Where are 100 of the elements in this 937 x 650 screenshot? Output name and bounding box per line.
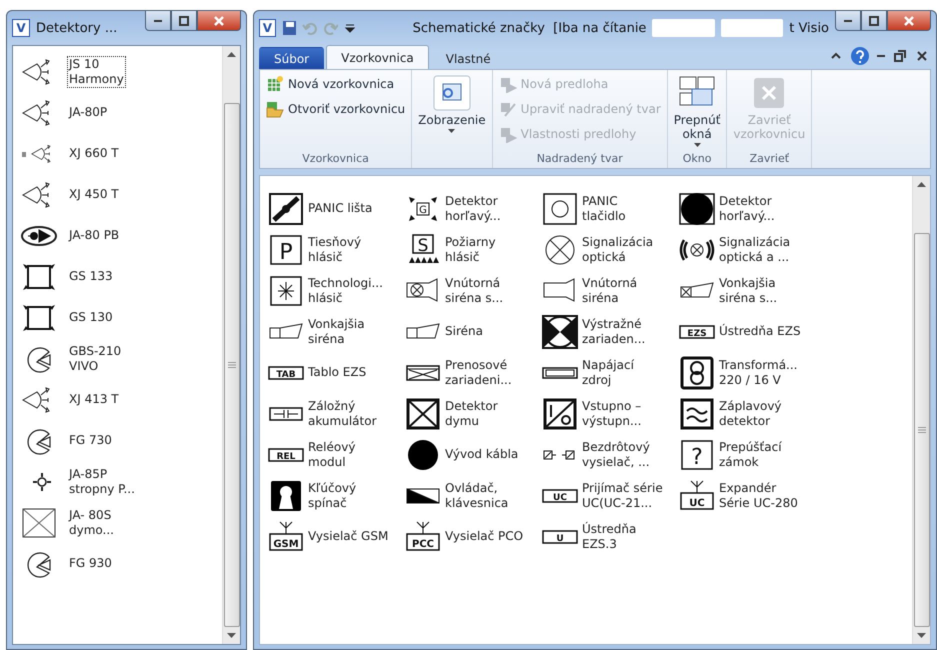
shape-label[interactable]: Siréna — [445, 324, 483, 339]
shapes-icon — [498, 75, 517, 93]
minimize-button[interactable] — [835, 11, 862, 31]
symbol-icon — [679, 356, 715, 390]
close-button[interactable] — [197, 11, 241, 31]
maximize-button[interactable] — [171, 11, 197, 31]
scroll-thumb[interactable] — [224, 103, 240, 627]
symbol-icon — [679, 192, 715, 226]
ribbon-button[interactable]: Otvoriť vzorkovnicu — [264, 98, 408, 120]
stencil-item[interactable]: XJ 450 T — [67, 186, 121, 203]
shape-label[interactable]: Vstupno – výstupn... — [582, 398, 642, 428]
symbol-icon — [268, 192, 304, 226]
shape-label[interactable]: Transformá... 220 / 16 V — [719, 358, 798, 388]
symbol-icon: ? — [679, 438, 715, 472]
open-folder-icon — [266, 100, 284, 118]
stencil-item[interactable]: XJ 413 T — [67, 391, 121, 408]
close-button[interactable] — [887, 11, 932, 31]
shape-label[interactable]: Detektor dymu — [445, 398, 498, 428]
ribbon-button[interactable]: Nová vzorkovnica — [264, 73, 408, 95]
minimize-button[interactable] — [145, 11, 171, 31]
grip-icon — [228, 362, 236, 368]
shape-label[interactable]: Vysielač PCO — [445, 529, 524, 544]
close-icon — [915, 49, 929, 63]
stencil-item[interactable]: JA-80 PB — [67, 227, 122, 244]
shape-label[interactable]: Vonkajšia siréna s... — [719, 276, 778, 306]
stencil-item[interactable]: GS 133 — [67, 268, 115, 285]
shape-label[interactable]: Vysielač GSM — [308, 529, 388, 544]
shape-label[interactable]: Prijímač série UC(UC-21... — [582, 480, 663, 510]
shape-label[interactable]: Prepúšťací zámok — [719, 440, 782, 470]
up-arrow-icon — [917, 182, 926, 187]
symbol-icon — [542, 192, 578, 226]
shape-label[interactable]: Detektor horľavý... — [445, 194, 501, 224]
save-icon[interactable] — [282, 20, 296, 36]
maximize-icon — [867, 14, 882, 28]
stencil-item[interactable]: JS 10 Harmony — [67, 56, 126, 88]
shape-label[interactable]: Reléový modul — [308, 440, 356, 470]
ribbon-tab[interactable]: Vlastné — [430, 47, 506, 69]
shape-label[interactable]: Požiarny hlásič — [445, 234, 496, 264]
symbol-icon — [542, 314, 578, 348]
group-label: Nadradený tvar — [536, 151, 624, 167]
new-stencil-icon — [266, 75, 284, 93]
customize-icon[interactable] — [344, 22, 355, 34]
stencil-item[interactable]: XJ 660 T — [67, 145, 121, 162]
shape-label[interactable]: Záložný akumulátor — [308, 398, 377, 428]
shape-label[interactable]: Vnútorná siréna s... — [445, 276, 504, 306]
shape-label[interactable]: Tablo EZS — [308, 365, 366, 380]
shape-label[interactable]: Tiesňový hlásič — [308, 234, 362, 264]
stencil-item[interactable]: JA-80P — [67, 104, 110, 121]
stencil-item[interactable]: FG 930 — [67, 555, 114, 572]
symbol-icon — [542, 396, 578, 430]
shape-label[interactable]: Kľúčový spínač — [308, 480, 356, 510]
shapes-icon — [498, 125, 517, 143]
shape-label[interactable]: PANIC lišta — [308, 201, 372, 216]
stencil-item[interactable]: GBS-210 VIVO — [67, 342, 124, 374]
symbol-icon — [268, 478, 304, 512]
shape-label[interactable]: Ústredňa EZS — [719, 324, 801, 339]
symbol-icon — [405, 438, 441, 472]
window-title: t Visio — [789, 20, 830, 36]
shape-label[interactable]: Signalizácia optická — [582, 234, 654, 264]
shape-label[interactable]: Ovládač, klávesnica — [445, 480, 508, 510]
shape-label[interactable]: Detektor horľavý... — [719, 194, 775, 224]
minimize-icon — [154, 20, 162, 22]
stencil-item[interactable]: JA- 80S dymo... — [67, 506, 116, 538]
scroll-thumb[interactable] — [914, 233, 930, 627]
shape-label[interactable]: PANIC tlačidlo — [582, 194, 626, 224]
shape-label[interactable]: Záplavový detektor — [719, 398, 782, 428]
scrollbar[interactable] — [912, 176, 930, 644]
up-arrow-icon — [227, 52, 236, 57]
stencil-symbol-icon — [31, 472, 53, 492]
file-tab[interactable]: Súbor — [259, 47, 324, 69]
shape-label[interactable]: Ústredňa EZS.3 — [582, 522, 636, 552]
window-title: Detektory ... — [36, 20, 118, 36]
shape-label[interactable]: Vývod kábla — [445, 447, 518, 462]
shape-label[interactable]: Signalizácia optická a ... — [719, 234, 790, 264]
shape-label[interactable]: Bezdrôtový vysielač, ... — [582, 440, 650, 470]
shape-label[interactable]: Expandér Série UC-280 — [719, 480, 798, 510]
symbol-icon — [679, 396, 715, 430]
shape-label[interactable]: Napájací zdroj — [582, 358, 634, 388]
shape-label[interactable]: Vonkajšia siréna — [308, 316, 365, 346]
scrollbar[interactable] — [222, 46, 240, 644]
redaction-block — [720, 19, 784, 37]
shape-label[interactable]: Vnútorná siréna — [582, 276, 638, 306]
stencil-item[interactable]: FG 730 — [67, 432, 114, 449]
stencil-item[interactable]: GS 130 — [67, 309, 115, 326]
stencil-item[interactable]: JA-85P stropny P... — [67, 466, 137, 498]
minimize-icon — [844, 20, 852, 22]
shape-label[interactable]: Prenosové zariadeni... — [445, 358, 512, 388]
ribbon-button[interactable]: Zobrazenie — [416, 73, 488, 150]
symbol-icon — [268, 274, 304, 308]
group-label: Zavrieť — [748, 151, 790, 167]
ribbon-tab[interactable]: Vzorkovnica — [326, 45, 429, 69]
symbol-icon — [405, 396, 441, 430]
shape-label[interactable]: Technologi... hlásič — [308, 276, 383, 306]
window-title: Schematické značky [Iba na čítanie — [412, 20, 646, 36]
app-logo: V — [259, 19, 276, 37]
ribbon-button[interactable]: Prepnúť okná — [672, 73, 722, 150]
maximize-button[interactable] — [861, 11, 888, 31]
shape-label[interactable]: Výstražné zariaden... — [582, 316, 646, 346]
help-icon[interactable] — [851, 47, 869, 65]
close-icon — [212, 14, 226, 28]
